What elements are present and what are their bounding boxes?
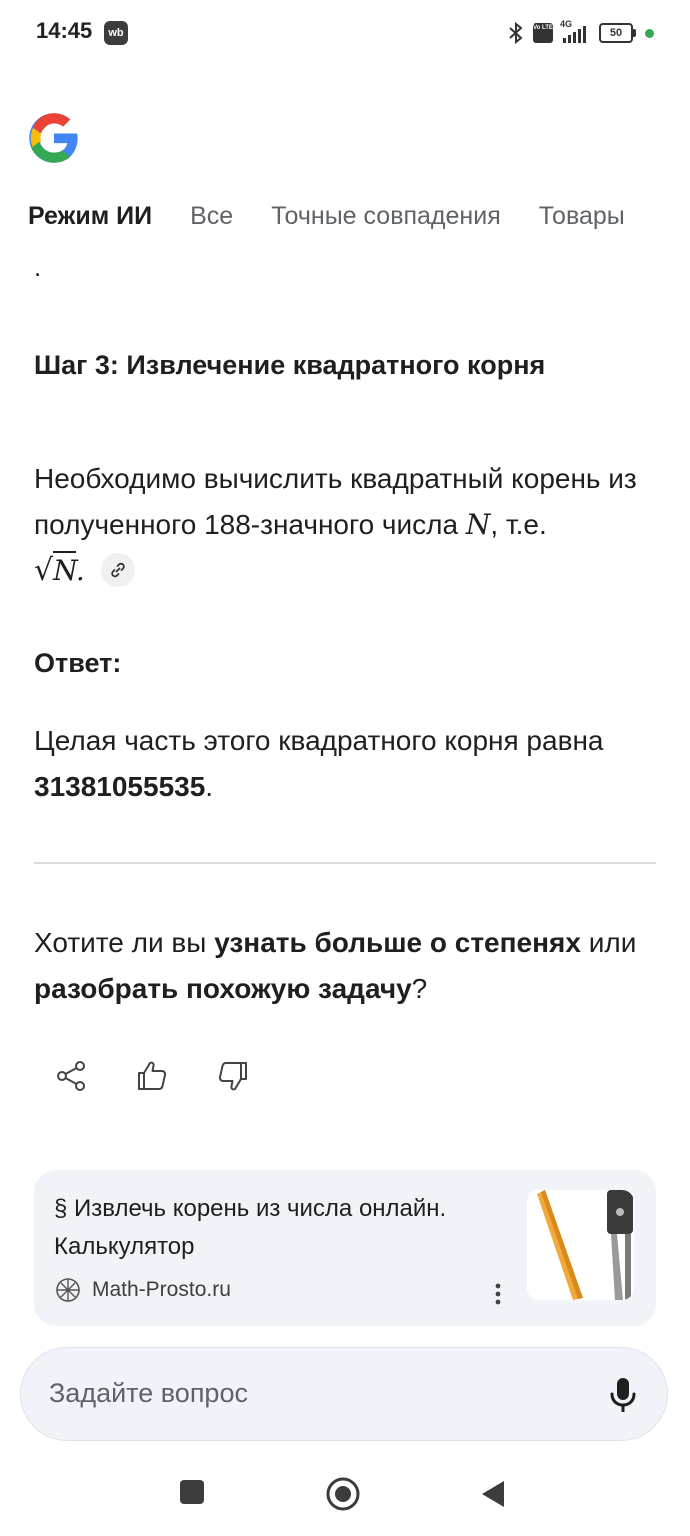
ask-input[interactable]: Задайте вопрос: [49, 1378, 248, 1409]
tab-exact-matches[interactable]: Точные совпадения: [271, 202, 501, 231]
math-var: N: [465, 508, 491, 541]
status-time: 14:45: [36, 18, 93, 43]
sqrt-radicand: N: [53, 551, 76, 587]
battery-icon: 50: [599, 23, 636, 43]
tab-ai-mode[interactable]: Режим ИИ: [28, 202, 152, 231]
followup-text-3: ?: [411, 973, 428, 1004]
more-options-icon[interactable]: [488, 1280, 508, 1308]
home-icon[interactable]: [325, 1476, 361, 1512]
back-icon[interactable]: [480, 1479, 506, 1509]
tab-all[interactable]: Все: [190, 202, 233, 231]
source-site: Math-Prosto.ru: [92, 1278, 231, 1301]
thumbs-up-icon[interactable]: [134, 1058, 170, 1094]
source-title[interactable]: § Извлечь корень из числа онлайн. Кальку…: [54, 1190, 514, 1266]
sqrt-period: .: [75, 554, 85, 587]
link-icon: [110, 562, 125, 577]
followup-link-similar-task[interactable]: разобрать похожую задачу: [34, 973, 412, 1004]
bluetooth-icon: [509, 21, 523, 45]
followup-paragraph: Хотите ли вы узнать больше о степенях ил…: [34, 920, 664, 1012]
answer-text: Целая часть этого квадратного корня равн…: [34, 725, 604, 756]
microphone-icon[interactable]: [609, 1376, 637, 1414]
screen: 14:45 wb Vo LTE 4G 50 Режим ИИ Все Точные …: [0, 0, 690, 1536]
source-card[interactable]: § Извлечь корень из числа онлайн. Кальку…: [34, 1170, 656, 1326]
followup-link-powers[interactable]: узнать больше о степенях: [214, 927, 581, 958]
signal-icon: 4G: [559, 19, 593, 45]
site-favicon-icon: [56, 1278, 80, 1302]
followup-text-2: или: [580, 927, 637, 958]
recents-icon[interactable]: [178, 1478, 206, 1506]
leading-dot: .: [34, 252, 42, 282]
tab-products[interactable]: Товары: [539, 202, 625, 231]
ask-input-bar[interactable]: Задайте вопрос: [20, 1347, 668, 1441]
sqrt-symbol: √: [34, 553, 54, 588]
step-heading: Шаг 3: Извлечение квадратного корня: [34, 350, 546, 380]
search-tabs: Режим ИИ Все Точные совпадения Товары: [28, 202, 663, 236]
source-thumbnail[interactable]: [527, 1190, 634, 1300]
wildberries-notification-icon: wb: [104, 21, 128, 45]
citation-link-button[interactable]: [100, 552, 135, 587]
step-text-end: , т.е.: [490, 509, 547, 540]
volte-icon: Vo LTE: [533, 23, 553, 43]
answer-period: .: [205, 771, 214, 802]
answer-label: Ответ:: [34, 648, 122, 678]
share-icon[interactable]: [53, 1058, 89, 1094]
pencil-compass-image: [527, 1190, 634, 1300]
divider: [34, 862, 656, 864]
thumbs-down-icon[interactable]: [215, 1058, 251, 1094]
answer-value: 31381055535: [34, 771, 206, 802]
google-logo-icon[interactable]: [27, 111, 81, 165]
status-indicators: Vo LTE 4G 50: [505, 19, 654, 46]
step-paragraph: Необходимо вычислить квадратный корень и…: [34, 456, 664, 594]
followup-text-1: Хотите ли вы: [34, 927, 215, 958]
answer-paragraph: Целая часть этого квадратного корня равн…: [34, 718, 664, 810]
status-bar: 14:45 wb Vo LTE 4G 50: [0, 0, 690, 64]
privacy-dot-icon: [645, 28, 654, 38]
